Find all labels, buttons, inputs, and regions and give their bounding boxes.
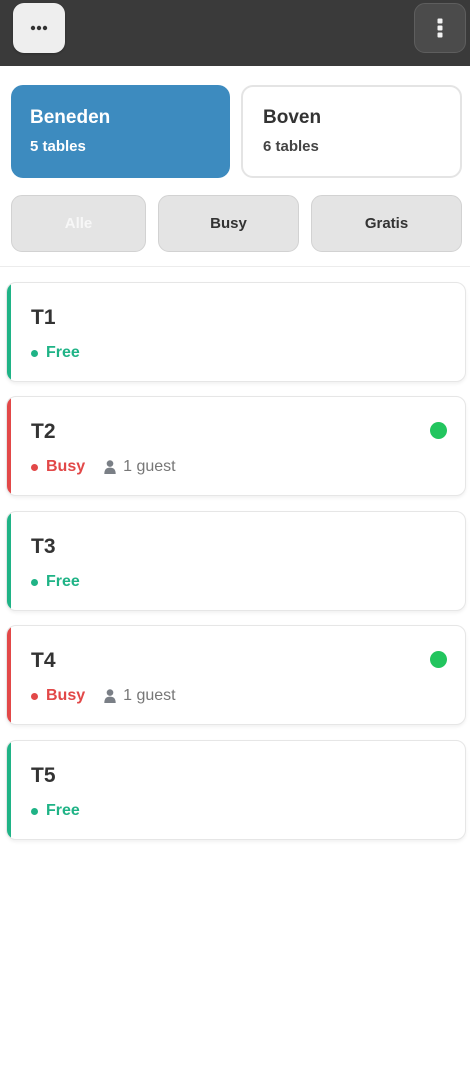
table-status: Free xyxy=(31,572,80,592)
table-name: T2 xyxy=(31,420,56,443)
ellipsis-icon xyxy=(30,25,48,31)
table-name: T1 xyxy=(31,306,56,329)
status-label: Free xyxy=(46,344,80,361)
status-dot-icon xyxy=(31,463,38,471)
floor-card-beneden[interactable]: Beneden 5 tables xyxy=(11,85,230,178)
menu-button[interactable] xyxy=(414,3,466,53)
status-dot-icon xyxy=(31,692,38,700)
more-options-button[interactable] xyxy=(13,3,65,53)
top-bar xyxy=(0,0,470,66)
table-status: Busy 1 guest xyxy=(31,686,176,706)
filter-busy-button[interactable]: Busy xyxy=(158,195,299,252)
status-filter-bar: Alle Busy Gratis xyxy=(11,195,462,253)
status-edge xyxy=(7,741,11,839)
person-icon xyxy=(104,460,116,474)
active-indicator-icon xyxy=(430,422,447,439)
filter-free-button[interactable]: Gratis xyxy=(311,195,462,252)
guest-count-label: 1 guest xyxy=(123,458,176,475)
active-indicator-icon xyxy=(430,651,447,668)
status-edge xyxy=(7,512,11,610)
table-status: Free xyxy=(31,801,80,821)
divider xyxy=(0,266,470,267)
status-edge xyxy=(7,626,11,724)
table-card-t3[interactable]: T3 Free xyxy=(6,511,466,611)
table-card-t4[interactable]: T4 Busy 1 guest xyxy=(6,625,466,725)
status-edge xyxy=(7,283,11,381)
floor-name: Beneden xyxy=(30,107,111,128)
floor-table-count: 6 tables xyxy=(263,138,319,155)
guest-count: 1 guest xyxy=(104,458,176,476)
filter-all-button[interactable]: Alle xyxy=(11,195,146,252)
table-status: Busy 1 guest xyxy=(31,457,176,477)
floor-name: Boven xyxy=(263,107,322,128)
vertical-dots-icon xyxy=(437,18,443,38)
status-label: Free xyxy=(46,573,80,590)
status-dot-icon xyxy=(31,349,38,357)
guest-count: 1 guest xyxy=(104,687,176,705)
status-edge xyxy=(7,397,11,495)
floor-card-boven[interactable]: Boven 6 tables xyxy=(241,85,462,178)
floor-table-count: 5 tables xyxy=(30,138,86,155)
status-label: Busy xyxy=(46,687,86,704)
table-name: T4 xyxy=(31,649,56,672)
table-card-t5[interactable]: T5 Free xyxy=(6,740,466,840)
table-name: T5 xyxy=(31,764,56,787)
status-dot-icon xyxy=(31,807,38,815)
status-label: Free xyxy=(46,802,80,819)
table-card-t2[interactable]: T2 Busy 1 guest xyxy=(6,396,466,496)
guest-count-label: 1 guest xyxy=(123,687,176,704)
table-name: T3 xyxy=(31,535,56,558)
person-icon xyxy=(104,689,116,703)
status-label: Busy xyxy=(46,458,86,475)
table-card-t1[interactable]: T1 Free xyxy=(6,282,466,382)
floor-selector: Beneden 5 tables Boven 6 tables xyxy=(11,85,462,178)
table-status: Free xyxy=(31,343,80,363)
status-dot-icon xyxy=(31,578,38,586)
